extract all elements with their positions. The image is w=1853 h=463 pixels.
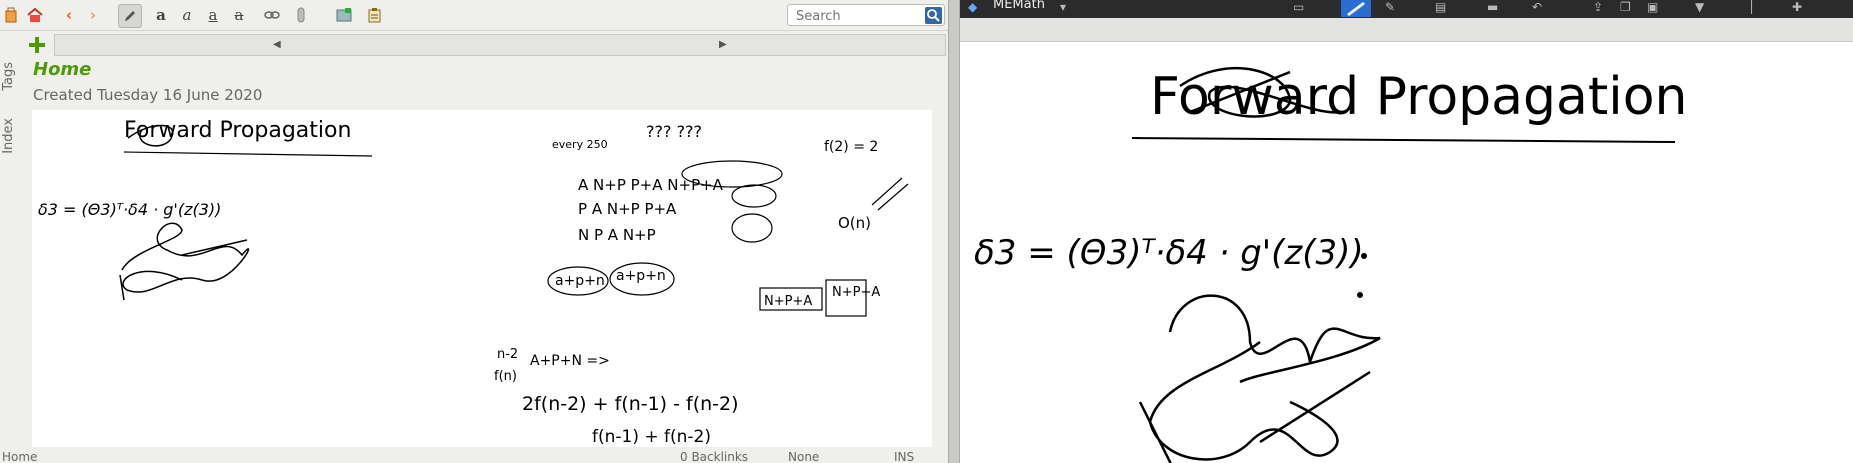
drawing-canvas[interactable]: Forward Propagation δ3 = (Θ3)ᵀ·δ4 · g'(z… <box>960 41 1853 463</box>
zim-window: ‹ › a a a a ◀ <box>0 0 948 463</box>
edit-pen-icon[interactable] <box>118 4 142 28</box>
note-title: Forward Propagation <box>124 118 351 143</box>
color-picker-icon[interactable]: ▬ <box>1487 0 1498 16</box>
add-icon[interactable]: ✚ <box>1792 0 1802 16</box>
undo-icon[interactable]: ↶ <box>1532 0 1542 16</box>
app-toolbar: ◆ MEMath ▾ ▭ ✎ ▤ ▬ ↶ ⇪ ❐ ▣ ▼ │ ✚ <box>960 0 1853 18</box>
attachment-icon[interactable] <box>290 4 312 26</box>
home-icon[interactable] <box>24 4 46 26</box>
search-input[interactable] <box>794 8 923 25</box>
note-scribble-1: every 250 <box>552 138 608 151</box>
app-title[interactable]: MEMath <box>993 0 1045 12</box>
note-scribble-15: N+P+A <box>764 294 812 309</box>
clipboard-icon[interactable] <box>363 4 385 26</box>
export-icon[interactable]: ⇪ <box>1593 0 1603 16</box>
status-style[interactable]: None <box>788 450 819 463</box>
tab-tags[interactable]: Tags <box>1 62 16 91</box>
status-insert-mode: INS <box>894 450 915 463</box>
save-icon[interactable]: ▣ <box>1647 0 1658 16</box>
italic-icon[interactable]: a <box>176 4 198 26</box>
forward-icon[interactable]: › <box>82 4 104 26</box>
note-scribble-10: f(n) <box>494 369 517 384</box>
bookmark-icon[interactable]: ▼ <box>1695 0 1704 16</box>
scroll-right-icon[interactable]: ▶ <box>719 39 727 50</box>
status-bar: Home 0 Backlinks None INS <box>0 448 948 463</box>
copy-icon[interactable]: ❐ <box>1620 0 1631 16</box>
pathbar: ◀ ▶ <box>0 31 948 59</box>
note-scribble-9: n-2 <box>497 347 518 362</box>
note-scribble-12: 2f(n-2) + f(n-1) - f(n-2) <box>522 393 739 415</box>
add-page-icon[interactable] <box>26 34 48 56</box>
pen-tool-button[interactable] <box>1341 0 1371 17</box>
note-scribble-2: ??? ??? <box>646 122 702 141</box>
handwritten-note-image: Forward Propagation δ3 = (Θ3)ᵀ·δ4 · g'(z… <box>32 110 932 447</box>
search-icon[interactable] <box>925 7 942 24</box>
scroll-left-icon[interactable]: ◀ <box>273 39 281 50</box>
status-page: Home <box>2 450 38 463</box>
link-icon[interactable] <box>261 4 283 26</box>
search-field[interactable] <box>787 4 945 26</box>
note-scribble-4: A N+P P+A N+P+A <box>578 176 724 194</box>
path-strip: ◀ ▶ <box>54 34 946 56</box>
pane-divider[interactable] <box>948 0 960 463</box>
note-scribble-13: f(n-1) + f(n-2) <box>592 427 711 447</box>
note-equation: δ3 = (Θ3)ᵀ·δ4 · g'(z(3)) <box>38 200 221 219</box>
insert-image-icon[interactable] <box>333 4 355 26</box>
layers-icon[interactable]: ▭ <box>1293 0 1304 16</box>
note-scribble-6: N P A N+P <box>578 226 656 244</box>
pin-icon[interactable]: │ <box>1748 0 1755 16</box>
strikethrough-icon[interactable]: a <box>228 4 250 26</box>
title-dropdown-icon[interactable]: ▾ <box>1060 0 1066 16</box>
note-scribble-14: O(n) <box>838 214 871 232</box>
bold-icon[interactable]: a <box>150 4 172 26</box>
note-scribble-7: a+p+n <box>555 273 605 289</box>
tab-index[interactable]: Index <box>1 118 16 154</box>
drawing-app-window: ◆ MEMath ▾ ▭ ✎ ▤ ▬ ↶ ⇪ ❐ ▣ ▼ │ ✚ Forward… <box>960 0 1853 463</box>
note-scribble-8: a+p+n <box>616 268 666 284</box>
app-logo-icon: ◆ <box>968 0 978 14</box>
side-tabs: Tags Index <box>0 60 18 450</box>
brush-tool-icon[interactable]: ✎ <box>1385 0 1395 16</box>
toolbar: ‹ › a a a a <box>0 0 948 31</box>
canvas-equation: δ3 = (Θ3)ᵀ·δ4 · g'(z(3)) <box>974 233 1364 273</box>
notebook-icon[interactable] <box>0 4 22 26</box>
note-scribble-5: P A N+P P+A <box>578 200 677 218</box>
fill-tool-icon[interactable]: ▤ <box>1435 0 1446 16</box>
back-icon[interactable]: ‹ <box>58 4 80 26</box>
status-backlinks[interactable]: 0 Backlinks <box>680 450 748 463</box>
page-created-date: Created Tuesday 16 June 2020 <box>33 86 263 104</box>
note-scribble-16: N+P+A <box>832 285 880 300</box>
underline-icon[interactable]: a <box>202 4 224 26</box>
page-title: Home <box>33 59 92 80</box>
note-scribble-3: f(2) = 2 <box>824 139 878 155</box>
note-scribble-11: A+P+N => <box>530 353 610 369</box>
